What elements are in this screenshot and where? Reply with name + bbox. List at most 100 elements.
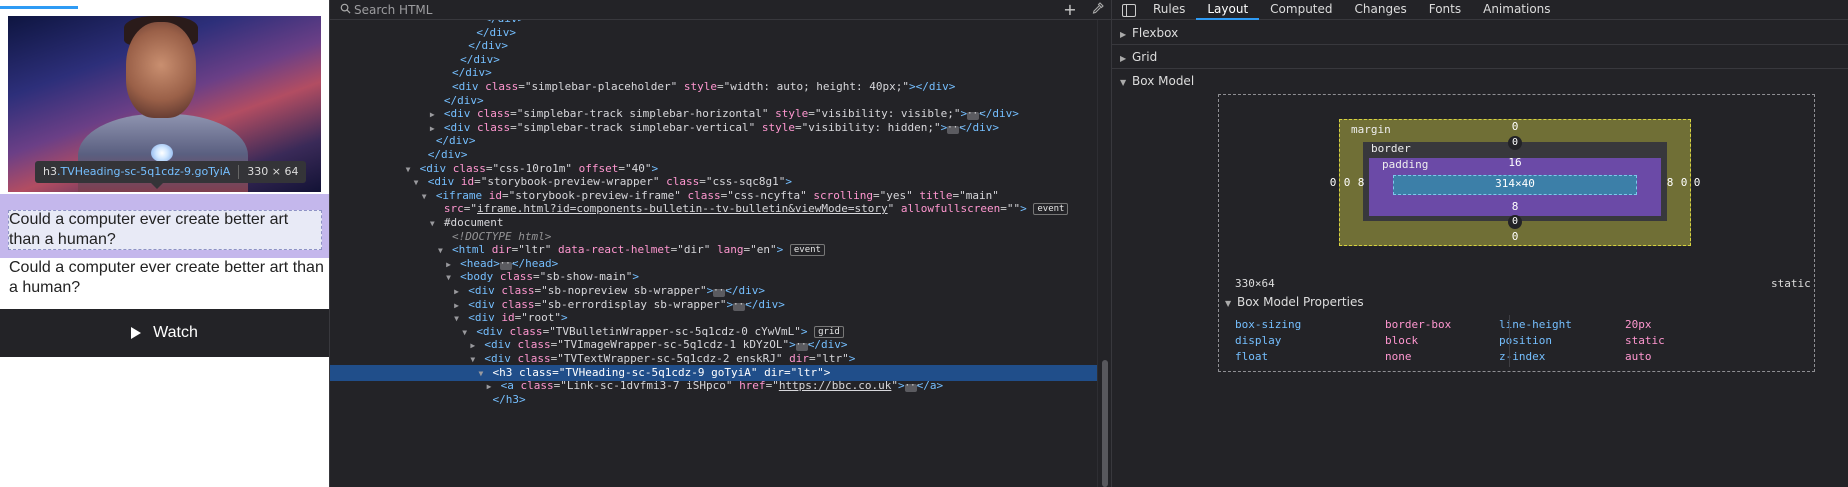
node-markup[interactable]: <div class="simplebar-track simplebar-ve… [437,121,999,134]
tooltip-class: .TVHeading-sc-5q1cdz-9.goTyiA [56,165,231,178]
node-markup[interactable]: </div> [437,94,484,107]
tab-changes[interactable]: Changes [1344,0,1418,20]
bulletin-text: Could a computer ever create better art … [9,259,324,296]
scrollbar-thumb[interactable] [1102,360,1108,487]
property-value[interactable]: none [1385,349,1412,365]
bulletin-heading[interactable]: Could a computer ever create better art … [9,210,321,250]
properties-divider [1509,315,1510,367]
element-tooltip: h3.TVHeading-sc-5q1cdz-9.goTyiA 330 × 64 [35,161,307,189]
eyedropper-icon[interactable] [1088,0,1108,20]
node-markup[interactable]: <div class="TVBulletinWrapper-sc-5q1cdz-… [470,325,844,338]
content-size-value[interactable]: 314×40 [1475,177,1555,190]
node-markup[interactable]: <div class="TVTextWrapper-sc-5q1cdz-2 en… [478,352,855,365]
box-model-properties-header[interactable]: ▼ Box Model Properties [1225,295,1364,309]
play-icon [131,327,142,339]
section-flexbox[interactable]: ▶ Flexbox [1112,21,1848,45]
margin-top-value[interactable]: 0 [1505,120,1525,133]
properties-title: Box Model Properties [1237,295,1364,309]
property-z-index: z-index auto [1499,349,1759,365]
padding-top-value[interactable]: 16 [1505,156,1525,169]
watch-label: Watch [153,324,198,341]
section-box-model[interactable]: ▼ Box Model [1112,69,1848,93]
margin-label: margin [1351,123,1391,136]
padding-right-value[interactable]: 8 [1660,176,1680,189]
property-name: position [1499,334,1552,347]
inspector-panel: + </div> </div> </div> </div> </div> <di… [329,0,1111,487]
section-label: Box Model [1132,74,1195,88]
node-markup[interactable]: <h3 class="TVHeading-sc-5q1cdz-9 goTyiA"… [486,366,831,379]
margin-bottom-value[interactable]: 0 [1505,230,1525,243]
property-value[interactable]: border-box [1385,317,1451,333]
collapse-icon: ▼ [1120,78,1127,87]
node-markup[interactable]: <a class="Link-sc-1dvfmi3-7 iSHpco" href… [494,379,943,393]
tab-fonts[interactable]: Fonts [1418,0,1472,20]
expand-icon: ▶ [1120,30,1127,39]
node-markup[interactable]: <!DOCTYPE html> [445,230,551,243]
tab-rules[interactable]: Rules [1142,0,1196,20]
node-markup[interactable]: <iframe id="storybook-preview-iframe" cl… [429,189,999,202]
border-top-value[interactable]: 0 [1508,136,1522,150]
box-model-diagram: margin border padding 0 0 0 0 0 0 0 0 16… [1218,94,1815,372]
padding-bottom-value[interactable]: 8 [1505,200,1525,213]
property-value[interactable]: 20px [1625,317,1652,333]
search-icon [340,3,351,14]
property-name: float [1235,350,1269,363]
border-bottom-value[interactable]: 0 [1508,215,1522,229]
property-float: float none [1235,349,1495,365]
toggle-sidebar-icon[interactable] [1120,0,1142,20]
tab-animations[interactable]: Animations [1472,0,1561,20]
add-node-button[interactable]: + [1060,0,1080,20]
property-value[interactable]: auto [1625,349,1652,365]
node-markup[interactable]: <div id="storybook-preview-wrapper" clas… [421,175,792,188]
node-markup[interactable]: #document [437,216,504,229]
watch-button[interactable]: Watch [0,309,329,357]
node-markup[interactable]: <div class="sb-nopreview sb-wrapper">···… [462,284,765,297]
node-markup[interactable]: <div class="simplebar-placeholder" style… [445,80,955,93]
property-name: box-sizing [1235,318,1302,331]
node-markup[interactable]: <div class="css-10ro1m" offset="40"> [413,162,658,175]
node-markup[interactable]: </h3> [486,393,526,406]
tooltip-tag: h3 [43,165,57,178]
markup-tree[interactable]: </div> </div> </div> </div> </div> <div … [330,20,1097,487]
tab-computed[interactable]: Computed [1259,0,1343,20]
node-markup[interactable]: <div class="sb-errordisplay sb-wrapper">… [462,298,785,311]
sidebar-tabs: Rules Layout Computed Changes Fonts Animation… [1112,0,1848,20]
search-html-input[interactable] [354,2,954,18]
property-name: display [1235,334,1282,347]
property-value[interactable]: static [1625,333,1665,349]
node-markup[interactable]: <body class="sb-show-main"> [454,270,639,283]
eyedropper-glyph [1092,2,1104,14]
markup-node[interactable]: </h3> [330,392,1097,408]
property-value[interactable]: block [1385,333,1418,349]
node-markup[interactable]: </div> [445,66,492,79]
poster-reactor [151,144,173,162]
node-markup[interactable]: </div> [421,148,468,161]
border-label: border [1371,142,1411,155]
property-line-height: line-height 20px [1499,317,1759,333]
section-label: Flexbox [1132,26,1179,40]
node-markup[interactable]: <div class="simplebar-track simplebar-ho… [437,107,1019,121]
section-grid[interactable]: ▶ Grid [1112,45,1848,69]
node-markup[interactable]: <div id="root"> [462,311,567,324]
node-markup[interactable]: <html dir="ltr" data-react-helmet="dir" … [445,243,825,257]
property-position: position static [1499,333,1759,349]
element-position: static [1771,277,1811,290]
padding-left-value[interactable]: 8 [1351,176,1371,189]
node-markup[interactable]: </div> [470,26,516,39]
element-dimensions: 330×64 [1235,277,1275,290]
node-markup[interactable]: src="iframe.html?id=components-bulletin-… [437,202,1069,216]
loading-progress [0,6,78,9]
markup-scrollbar[interactable] [1097,20,1111,487]
search-bar: + [330,0,1111,20]
poster-face [126,22,196,118]
section-label: Grid [1132,50,1158,64]
expand-icon: ▶ [1120,54,1127,63]
node-markup[interactable]: </div> [462,39,508,52]
node-markup[interactable]: <head>···</head> [454,257,558,270]
node-markup[interactable]: <div class="TVImageWrapper-sc-5q1cdz-1 k… [478,338,847,352]
node-markup[interactable]: </div> [429,134,476,147]
tab-layout[interactable]: Layout [1196,0,1260,20]
collapse-icon: ▼ [1225,299,1232,308]
property-display: display block [1235,333,1495,349]
node-markup[interactable]: </div> [454,53,500,66]
